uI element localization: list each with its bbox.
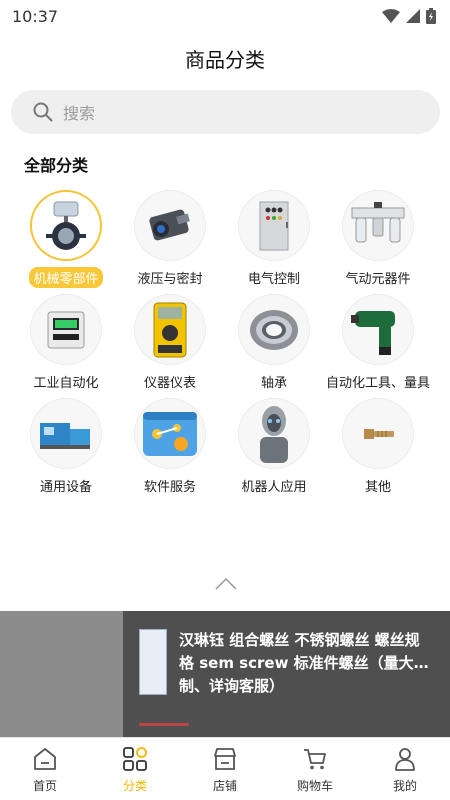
category-icon-wrap bbox=[238, 190, 310, 261]
bearing-icon bbox=[250, 309, 298, 350]
nav-item-home[interactable]: 首页 bbox=[0, 738, 90, 800]
promo-title-line: 格 sem screw 标准件螺丝（量大… bbox=[179, 654, 429, 672]
chevron-up-icon[interactable] bbox=[215, 576, 237, 590]
promo-title-line: 汉琳钰 组合螺丝 不锈钢螺丝 螺丝规 bbox=[179, 631, 420, 649]
home-icon bbox=[31, 745, 59, 773]
butterfly-valve-icon bbox=[46, 201, 86, 250]
category-label: 机械零部件 bbox=[29, 267, 103, 288]
category-item-tools-gauges[interactable]: 自动化工具、量具 bbox=[326, 294, 430, 392]
category-icon-wrap bbox=[30, 190, 102, 261]
promo-title-line: 制、详询客服） bbox=[179, 677, 285, 695]
category-label: 液压与密封 bbox=[137, 272, 203, 287]
category-grid: 机械零部件 液压与密封 电气控制 气动元器件 工业自动化 仪器仪表 轴承 自动化… bbox=[0, 190, 450, 496]
robot-icon bbox=[260, 405, 288, 463]
nav-label: 购物车 bbox=[296, 778, 333, 793]
nav-item-cart[interactable]: 购物车 bbox=[270, 738, 360, 800]
battery-icon bbox=[426, 8, 436, 24]
category-item-general-equipment[interactable]: 通用设备 bbox=[14, 398, 118, 496]
software-service-icon bbox=[143, 411, 197, 456]
category-item-instruments[interactable]: 仪器仪表 bbox=[118, 294, 222, 392]
promo-price-tag bbox=[139, 723, 189, 726]
user-icon bbox=[391, 745, 419, 773]
promo-overlay: 汉琳钰 组合螺丝 不锈钢螺丝 螺丝规 格 sem screw 标准件螺丝（量大…… bbox=[0, 611, 450, 737]
nav-label: 首页 bbox=[32, 778, 57, 793]
category-label: 机器人应用 bbox=[241, 480, 307, 495]
nav-item-mine[interactable]: 我的 bbox=[360, 738, 450, 800]
air-filter-unit-icon bbox=[351, 201, 405, 242]
pressure-sensor-icon bbox=[47, 311, 85, 348]
status-bar: 10:37 bbox=[0, 0, 450, 32]
header: 商品分类 bbox=[0, 38, 450, 78]
promo-product-card[interactable]: 汉琳钰 组合螺丝 不锈钢螺丝 螺丝规 格 sem screw 标准件螺丝（量大…… bbox=[123, 611, 450, 737]
wifi-icon bbox=[382, 9, 400, 23]
bolt-icon bbox=[364, 428, 394, 439]
section-title: 全部分类 bbox=[24, 156, 89, 175]
search-icon bbox=[33, 102, 53, 122]
category-label: 其他 bbox=[364, 480, 391, 495]
nav-label: 店铺 bbox=[212, 778, 237, 793]
category-icon-wrap bbox=[134, 398, 206, 469]
nav-label: 我的 bbox=[392, 778, 417, 793]
promo-product-title: 汉琳钰 组合螺丝 不锈钢螺丝 螺丝规 格 sem screw 标准件螺丝（量大…… bbox=[179, 629, 439, 698]
category-item-bearing[interactable]: 轴承 bbox=[222, 294, 326, 392]
category-item-software-service[interactable]: 软件服务 bbox=[118, 398, 222, 496]
category-label: 软件服务 bbox=[143, 480, 196, 495]
category-item-pneumatic-components[interactable]: 气动元器件 bbox=[326, 190, 430, 288]
category-icon-wrap bbox=[238, 398, 310, 469]
category-label: 工业自动化 bbox=[33, 376, 99, 391]
status-time: 10:37 bbox=[12, 6, 59, 26]
category-icon bbox=[121, 745, 149, 773]
category-icon-wrap bbox=[342, 398, 414, 469]
category-label: 气动元器件 bbox=[345, 272, 411, 287]
nav-label: 分类 bbox=[122, 778, 147, 793]
category-label: 轴承 bbox=[260, 376, 287, 391]
category-icon-wrap bbox=[134, 190, 206, 261]
industrial-equipment-icon bbox=[40, 422, 90, 449]
category-icon-wrap bbox=[30, 294, 102, 365]
bottom-nav: 首页 分类 店铺 购物车 我的 bbox=[0, 737, 450, 800]
promo-product-thumbnail bbox=[139, 629, 167, 695]
category-item-hydraulic-seal[interactable]: 液压与密封 bbox=[118, 190, 222, 288]
category-icon-wrap bbox=[238, 294, 310, 365]
category-icon-wrap bbox=[342, 190, 414, 261]
category-icon-wrap bbox=[134, 294, 206, 365]
control-cabinet-icon bbox=[259, 201, 289, 250]
impact-wrench-icon bbox=[351, 310, 395, 355]
category-item-robot-applications[interactable]: 机器人应用 bbox=[222, 398, 326, 496]
signal-icon bbox=[406, 9, 420, 23]
search-placeholder: 搜索 bbox=[63, 104, 96, 123]
category-item-industrial-automation[interactable]: 工业自动化 bbox=[14, 294, 118, 392]
multimeter-icon bbox=[153, 302, 187, 357]
category-icon-wrap bbox=[342, 294, 414, 365]
category-label: 自动化工具、量具 bbox=[326, 376, 431, 391]
category-item-other[interactable]: 其他 bbox=[326, 398, 430, 496]
category-label: 通用设备 bbox=[39, 480, 92, 495]
category-label: 电气控制 bbox=[247, 272, 300, 287]
hydraulic-motor-icon bbox=[149, 209, 190, 240]
nav-item-store[interactable]: 店铺 bbox=[180, 738, 270, 800]
status-icons bbox=[382, 8, 436, 24]
nav-item-category[interactable]: 分类 bbox=[90, 738, 180, 800]
cart-icon bbox=[301, 745, 329, 773]
category-item-electrical-control[interactable]: 电气控制 bbox=[222, 190, 326, 288]
category-item-mechanical-parts[interactable]: 机械零部件 bbox=[14, 190, 118, 288]
category-icon-wrap bbox=[30, 398, 102, 469]
page-title: 商品分类 bbox=[185, 47, 265, 72]
overlay-left-panel bbox=[0, 611, 123, 737]
category-label: 仪器仪表 bbox=[143, 376, 196, 391]
store-icon bbox=[211, 745, 239, 773]
search-bar[interactable]: 搜索 bbox=[11, 90, 440, 134]
